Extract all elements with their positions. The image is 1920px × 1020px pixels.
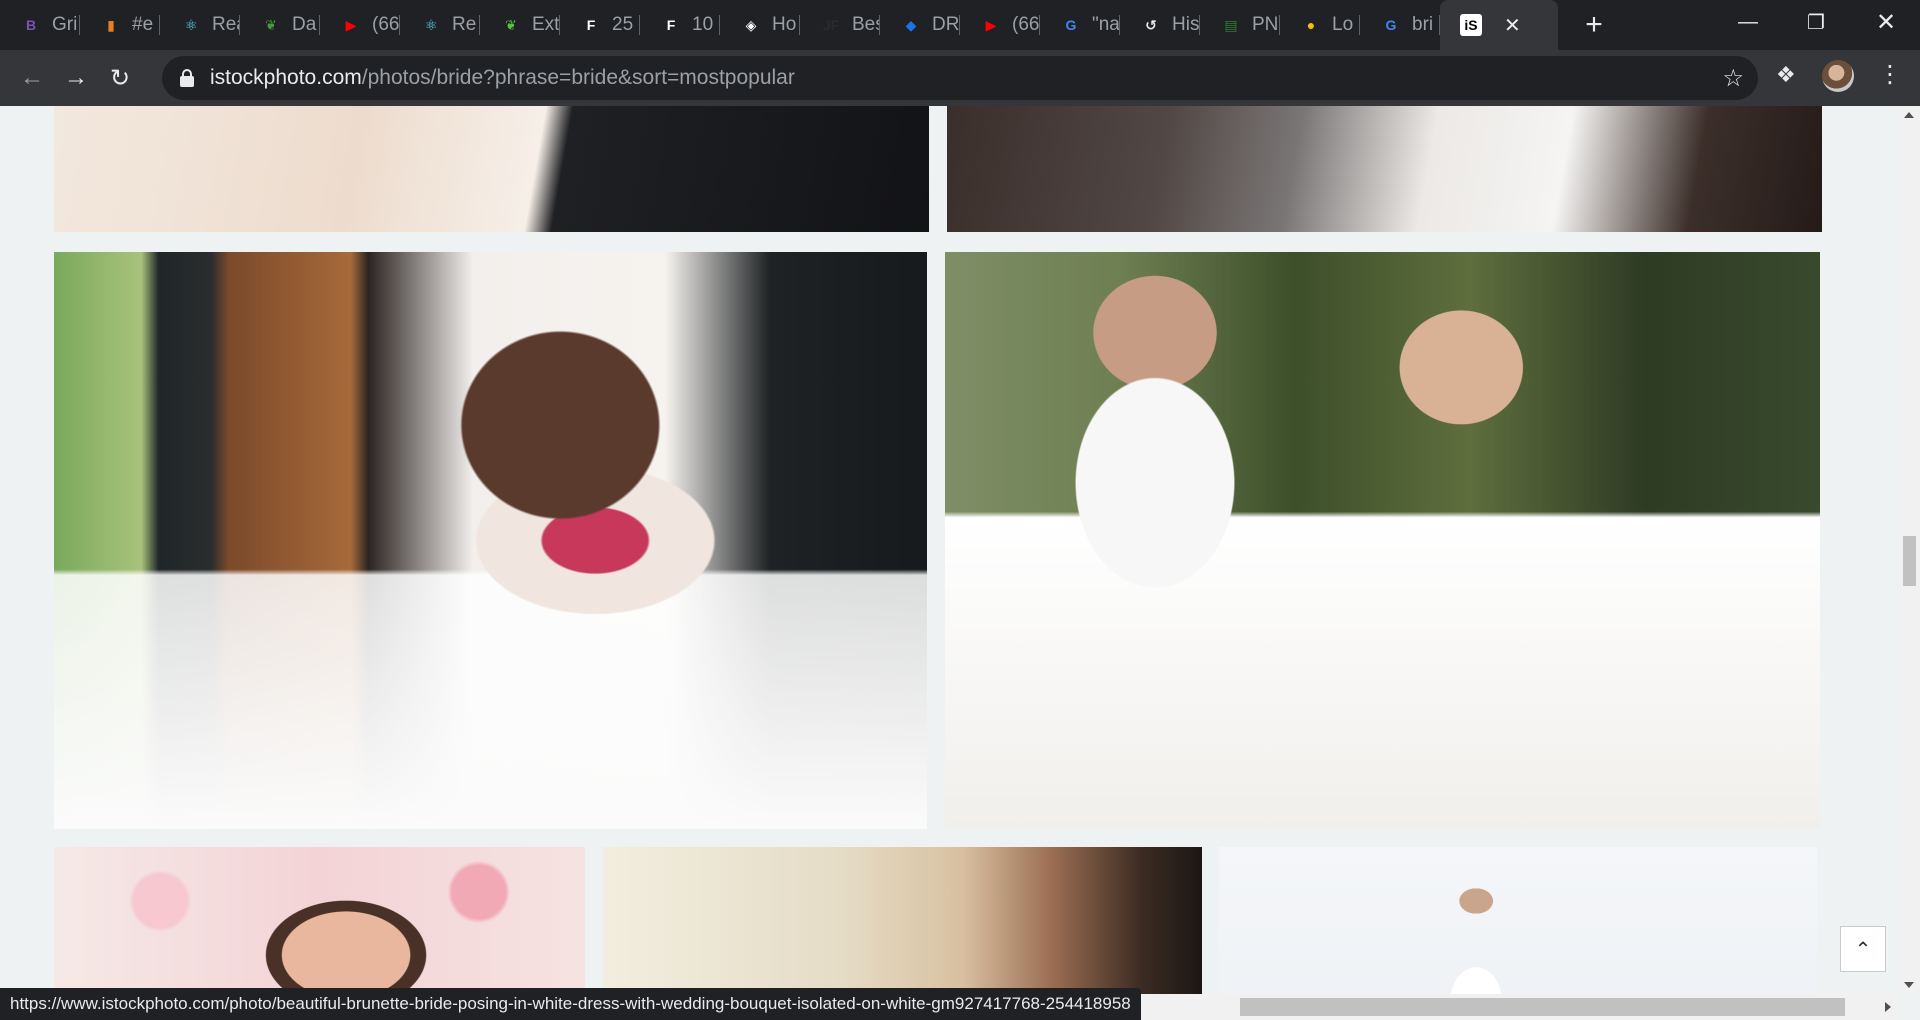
minimize-button[interactable]: — (1714, 0, 1782, 44)
address-bar[interactable]: istockphoto.com/photos/bride?phrase=brid… (162, 56, 1758, 100)
tab-16[interactable]: ● Lo (1280, 0, 1360, 50)
tab-label: 25 (612, 14, 634, 35)
arrow-left-icon: ← (20, 64, 44, 91)
tab-13[interactable]: G "na (1040, 0, 1120, 50)
tab-label: Bes (852, 14, 880, 35)
jf-icon: JF (822, 17, 840, 33)
bootstrap-icon: B (25, 17, 37, 33)
react-icon: ⚛ (424, 16, 438, 33)
scroll-to-top-button[interactable]: ⌃ (1840, 926, 1886, 972)
tab-label: Rea (212, 14, 240, 35)
framer-f-icon: F (666, 17, 676, 33)
tab-7[interactable]: F 25 (560, 0, 640, 50)
reload-button[interactable]: ↻ (98, 56, 142, 100)
tab-1[interactable]: ▮ #e (80, 0, 160, 50)
tab-4[interactable]: ▶ (66 (320, 0, 400, 50)
tab-active-istock[interactable]: iS ✕ (1440, 0, 1558, 50)
tab-9[interactable]: ◈ Ho (720, 0, 800, 50)
tab-17[interactable]: Gbri (1360, 0, 1440, 50)
tab-label: 10 (692, 14, 714, 35)
scroll-right-arrow-icon[interactable] (1885, 1002, 1891, 1012)
tab-strip: BGri▮#e⚛Rea❦Da▶(66⚛Re❦ExtF25F10◈HoJFBes◆… (0, 0, 1920, 50)
google-icon: G (1065, 17, 1077, 33)
photo-couple-confetti[interactable] (947, 106, 1822, 232)
tab-label: (66 (1012, 14, 1040, 35)
chevron-up-icon: ⌃ (1854, 938, 1872, 961)
tab-14[interactable]: ↺ His (1120, 0, 1200, 50)
tab-label: bri (1412, 14, 1434, 35)
profile-avatar[interactable] (1822, 60, 1854, 92)
url-text[interactable]: istockphoto.com/photos/bride?phrase=brid… (210, 66, 795, 90)
close-tab-icon[interactable]: ✕ (1504, 13, 1521, 38)
tab-15[interactable]: ▤ PN (1200, 0, 1280, 50)
tab-8[interactable]: F 10 (640, 0, 720, 50)
tab-label: #e (132, 14, 154, 35)
menu-kebab-icon[interactable]: ⋮ (1878, 60, 1902, 89)
tab-label: Ext (532, 14, 560, 35)
vertical-scrollbar[interactable] (1899, 106, 1920, 994)
tab-label: Lo (1332, 14, 1354, 35)
scroll-down-arrow-icon[interactable] (1904, 982, 1914, 988)
youtube-icon: ▶ (985, 16, 997, 33)
tab-label: Da (292, 14, 317, 35)
photo-lace-sleeve-hands[interactable] (54, 106, 929, 232)
google-icon: G (1385, 17, 1397, 33)
vertical-scroll-thumb[interactable] (1903, 536, 1916, 586)
browser-toolbar: ← → ↻ istockphoto.com/photos/bride?phras… (0, 50, 1920, 106)
react-icon: ⚛ (184, 16, 198, 33)
istock-icon: iS (1460, 14, 1482, 36)
extensions-puzzle-icon[interactable]: ❖ (1776, 62, 1796, 88)
framer-f-icon: F (586, 17, 596, 33)
tab-label: "na (1092, 14, 1120, 35)
back-button[interactable]: ← (10, 56, 54, 100)
page-viewport: ⌃ (0, 106, 1920, 1020)
colorful-logo-icon: ● (1306, 17, 1316, 33)
scroll-up-arrow-icon[interactable] (1904, 112, 1914, 118)
diamond-icon: ◆ (905, 16, 917, 33)
tab-label: Ho (772, 14, 797, 35)
url-host: istockphoto.com (210, 66, 362, 89)
new-tab-button[interactable]: + (1574, 8, 1614, 42)
lock-icon[interactable] (180, 69, 194, 87)
url-path: /photos/bride?phrase=bride&sort=mostpopu… (361, 66, 795, 89)
bookmark-star-icon[interactable]: ☆ (1722, 64, 1744, 93)
youtube-icon: ▶ (345, 16, 357, 33)
tab-label: DR (932, 14, 960, 35)
history-icon: ↺ (1145, 16, 1157, 33)
reload-icon: ↻ (109, 64, 131, 92)
tab-12[interactable]: ▶ (66 (960, 0, 1040, 50)
tab-label: His (1172, 14, 1200, 35)
arrow-right-icon: → (64, 64, 88, 91)
close-window-button[interactable]: ✕ (1852, 0, 1920, 44)
status-bar-url: https://www.istockphoto.com/photo/beauti… (0, 988, 1141, 1020)
leaf-icon: ❦ (505, 16, 517, 33)
restore-button[interactable]: ❐ (1782, 0, 1850, 44)
photo-bride-vintage-car[interactable] (54, 252, 927, 829)
tab-3[interactable]: ❦ Da (240, 0, 320, 50)
rainbow-icon: ▮ (107, 16, 115, 33)
forward-button[interactable]: → (54, 56, 98, 100)
photo-couple-on-bench[interactable] (945, 252, 1820, 829)
tab-2[interactable]: ⚛ Rea (160, 0, 240, 50)
tab-0[interactable]: B Gri (0, 0, 80, 50)
pdf-icon: ▤ (1224, 16, 1238, 33)
tab-label: Re (452, 14, 477, 35)
leaf-icon: ❦ (265, 16, 277, 33)
tab-6[interactable]: ❦ Ext (480, 0, 560, 50)
tab-5[interactable]: ⚛ Re (400, 0, 480, 50)
tab-11[interactable]: ◆ DR (880, 0, 960, 50)
tab-label: Gri (52, 14, 78, 35)
codepen-icon: ◈ (745, 16, 757, 33)
tab-label: (66 (372, 14, 400, 35)
tab-10[interactable]: JF Bes (800, 0, 880, 50)
horizontal-scroll-thumb[interactable] (1240, 998, 1845, 1016)
tab-label: PN (1252, 14, 1279, 35)
